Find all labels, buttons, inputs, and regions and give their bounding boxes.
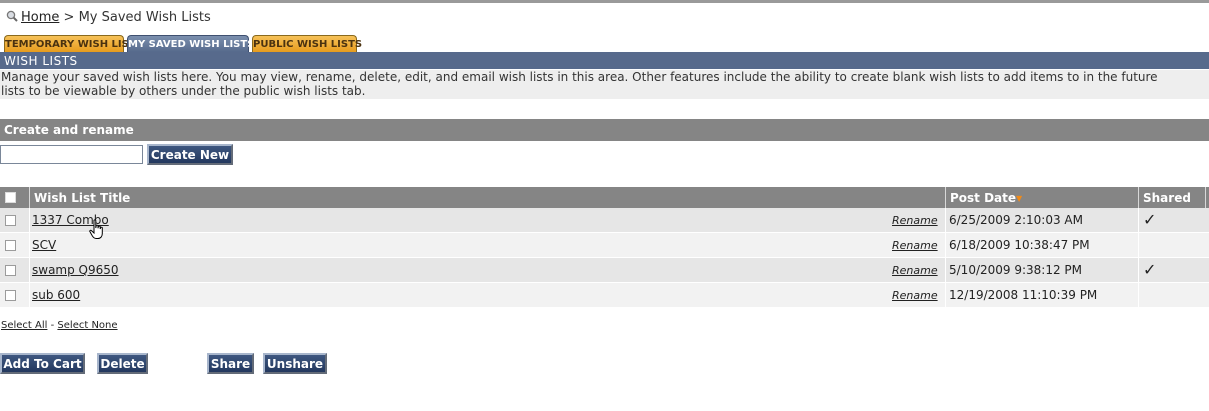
row-checkbox[interactable] — [5, 240, 16, 251]
rename-link[interactable]: Rename — [892, 239, 938, 253]
share-button[interactable]: Share — [207, 353, 254, 374]
tab-my-saved-wish-lists[interactable]: MY SAVED WISH LISTS — [127, 35, 254, 52]
add-to-cart-button[interactable]: Add To Cart — [0, 353, 85, 374]
top-border — [0, 0, 1209, 3]
column-header-title[interactable]: Wish List Title — [34, 187, 130, 208]
magnifier-icon — [6, 10, 18, 22]
rename-link[interactable]: Rename — [892, 214, 938, 228]
post-date-value: 6/18/2009 10:38:47 PM — [949, 238, 1090, 252]
breadcrumb-separator: > — [63, 10, 75, 25]
post-date-value: 5/10/2009 9:38:12 PM — [949, 263, 1083, 277]
tab-label: TEMPORARY WISH LIST — [5, 39, 136, 50]
column-divider — [1205, 187, 1206, 208]
wish-list-title-link[interactable]: swamp Q9650 — [32, 263, 119, 277]
column-header-post-date[interactable]: Post Date▼ — [950, 187, 1022, 208]
table-header: Wish List Title Post Date▼ Shared — [0, 187, 1209, 208]
cell-divider — [1138, 258, 1139, 282]
cell-divider — [1138, 233, 1139, 257]
cell-divider — [29, 258, 30, 282]
table-row: 1337 Combo Rename 6/25/2009 2:10:03 AM ✓ — [0, 208, 1209, 232]
wish-list-title-link[interactable]: SCV — [32, 238, 56, 252]
wish-list-name-input[interactable] — [0, 145, 143, 164]
create-new-button[interactable]: Create New — [147, 144, 233, 165]
selector-separator: - — [50, 320, 55, 331]
selection-links: Select All - Select None — [1, 320, 118, 332]
column-divider — [1138, 187, 1139, 208]
post-date-value: 12/19/2008 11:10:39 PM — [949, 288, 1098, 302]
sort-descending-icon: ▼ — [1016, 194, 1023, 203]
cell-divider — [29, 283, 30, 307]
breadcrumb: Home > My Saved Wish Lists — [6, 10, 211, 26]
cell-divider — [1138, 283, 1139, 307]
cell-divider — [1138, 208, 1139, 232]
section-title: WISH LISTS — [0, 52, 1209, 69]
cell-divider — [945, 258, 946, 282]
row-checkbox[interactable] — [5, 215, 16, 226]
hand-cursor-icon — [89, 219, 103, 239]
cell-divider — [945, 208, 946, 232]
description-line-1: Manage your saved wish lists here. You m… — [1, 70, 1158, 84]
breadcrumb-home-link[interactable]: Home — [21, 10, 59, 25]
delete-button[interactable]: Delete — [97, 353, 148, 374]
shared-check-icon: ✓ — [1143, 260, 1157, 279]
post-date-value: 6/25/2009 2:10:03 AM — [949, 213, 1083, 227]
table-row: swamp Q9650 Rename 5/10/2009 9:38:12 PM … — [0, 258, 1209, 282]
description-line-2: lists to be viewable by others under the… — [1, 84, 366, 98]
unshare-button[interactable]: Unshare — [263, 353, 327, 374]
column-divider — [945, 187, 946, 208]
cell-divider — [945, 283, 946, 307]
shared-check-icon: ✓ — [1143, 210, 1157, 229]
column-divider — [29, 187, 30, 208]
select-all-link[interactable]: Select All — [1, 320, 47, 331]
tab-temporary-wish-list[interactable]: TEMPORARY WISH LIST — [4, 35, 136, 52]
select-none-link[interactable]: Select None — [57, 320, 117, 331]
wish-list-title-link[interactable]: sub 600 — [32, 288, 80, 302]
column-header-shared[interactable]: Shared — [1143, 187, 1191, 208]
rename-link[interactable]: Rename — [892, 264, 938, 278]
breadcrumb-current: My Saved Wish Lists — [78, 10, 211, 25]
row-checkbox[interactable] — [5, 290, 16, 301]
table-row: sub 600 Rename 12/19/2008 11:10:39 PM — [0, 283, 1209, 307]
cell-divider — [29, 233, 30, 257]
tab-label: MY SAVED WISH LISTS — [128, 39, 255, 50]
row-checkbox[interactable] — [5, 265, 16, 276]
tab-public-wish-lists[interactable]: PUBLIC WISH LISTS — [252, 35, 362, 52]
section-description: Manage your saved wish lists here. You m… — [0, 70, 1209, 99]
table-row: SCV Rename 6/18/2009 10:38:47 PM — [0, 233, 1209, 257]
select-all-checkbox[interactable] — [5, 192, 16, 203]
rename-link[interactable]: Rename — [892, 289, 938, 303]
cell-divider — [29, 208, 30, 232]
tab-label: PUBLIC WISH LISTS — [253, 39, 363, 50]
post-date-label: Post Date — [950, 191, 1017, 205]
create-rename-header: Create and rename — [0, 119, 1209, 141]
cell-divider — [945, 233, 946, 257]
